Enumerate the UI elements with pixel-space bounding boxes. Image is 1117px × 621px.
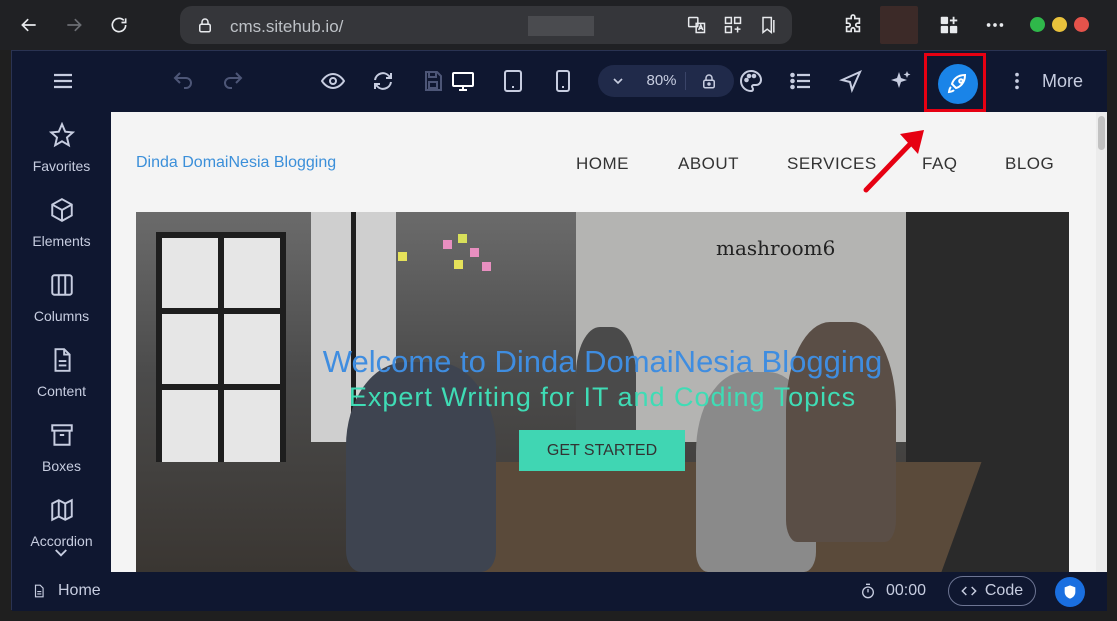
sidebar-item-elements[interactable]: Elements [12,187,111,262]
sidebar-item-boxes[interactable]: Boxes [12,412,111,487]
window-minimize-button[interactable] [1030,17,1045,32]
zoom-control[interactable]: 80% [598,65,734,97]
chevron-down-icon[interactable] [610,72,626,90]
hero-subtitle: Expert Writing for IT and Coding Topics [348,382,857,412]
site-nav-about[interactable]: ABOUT [678,154,739,174]
window-close-button[interactable] [1074,17,1089,32]
shield-icon [1064,585,1076,599]
hero-photo-sticky-note [482,262,491,271]
save-icon[interactable] [419,67,447,95]
site-brand[interactable]: Dinda DomaiNesia Blogging [136,154,336,172]
chevron-down-icon[interactable] [50,544,72,562]
timer-value: 00:00 [886,582,927,599]
navigation-arrow-icon[interactable] [837,67,865,95]
page-canvas[interactable]: Dinda DomaiNesia Blogging HOME ABOUT SER… [111,112,1096,572]
star-icon [49,122,75,148]
current-page-selector[interactable]: Home [32,582,101,600]
highlight-box [924,53,986,112]
sidebar-item-label: Content [36,383,87,399]
security-shield-button[interactable] [1055,577,1085,607]
extensions-puzzle-icon[interactable] [842,14,864,36]
hero-photo-window-frame [156,308,286,314]
cube-icon [51,198,73,222]
publish-rocket-button[interactable] [938,64,978,104]
forward-arrow-icon[interactable] [60,11,88,39]
hero-photo-sticky-note [470,248,479,257]
code-button[interactable]: Code [948,576,1036,606]
more-vertical-icon [1015,72,1019,90]
rocket-icon [947,73,967,94]
map-icon [51,498,73,522]
canvas-scrollbar[interactable] [1096,112,1107,572]
hero-photo-sticky-note [398,252,407,261]
block-sidebar: Favorites Elements Columns Content Boxes… [12,112,111,572]
sidebar-item-content[interactable]: Content [12,337,111,412]
hamburger-menu-icon[interactable] [49,67,77,95]
lock-icon[interactable] [700,71,718,91]
zoom-value: 80% [638,72,686,90]
get-started-button[interactable]: GET STARTED [519,430,685,471]
hero-section[interactable]: mashroom6 Welcome to Dinda DomaiNesia Bl… [136,212,1069,572]
reading-list-icon[interactable] [758,15,778,35]
timer: 00:00 [860,582,926,600]
apps-grid-icon[interactable] [723,15,743,35]
mobile-view-icon[interactable] [549,67,577,95]
current-page-label: Home [58,582,101,599]
desktop-view-icon[interactable] [449,67,477,95]
site-nav-blog[interactable]: BLOG [1005,154,1054,174]
columns-icon [51,274,73,296]
back-arrow-icon[interactable] [15,11,43,39]
sidebar-item-label: Elements [32,233,91,249]
redo-icon[interactable] [219,67,247,95]
preview-eye-icon[interactable] [319,67,347,95]
sidebar-item-label: Columns [33,308,90,324]
ai-sparkle-icon[interactable] [887,67,915,95]
browser-toolbar: cms.sitehub.io/ [0,0,1117,50]
code-brackets-icon [961,586,977,596]
code-label: Code [984,582,1024,599]
window-maximize-button[interactable] [1052,17,1067,32]
hero-title: Welcome to Dinda DomaiNesia Blogging [322,344,883,379]
tablet-view-icon[interactable] [499,67,527,95]
document-icon [54,348,71,372]
sidebar-item-columns[interactable]: Columns [12,262,111,337]
palette-icon[interactable] [737,67,765,95]
status-bar: Home 00:00 Code [12,572,1107,611]
canvas-scrollbar-thumb[interactable] [1098,116,1105,150]
profile-avatar[interactable] [880,6,918,44]
lock-icon [199,18,211,33]
layers-list-icon[interactable] [787,67,815,95]
more-horizontal-icon[interactable] [984,14,1006,36]
more-label: More [1042,70,1084,91]
sidebar-item-label: Favorites [32,158,91,174]
apps-icon[interactable] [938,14,960,36]
site-nav-home[interactable]: HOME [576,154,629,174]
page-file-icon [34,584,44,598]
builder-app: 80% More Favorites Elements Columns Cont… [11,50,1107,611]
sidebar-item-favorites[interactable]: Favorites [12,112,111,187]
url-text: cms.sitehub.io/ [230,17,344,36]
hero-photo-sticky-note [458,234,467,243]
undo-icon[interactable] [169,67,197,95]
sync-icon[interactable] [369,67,397,95]
hero-photo-sticky-note [454,260,463,269]
hero-photo-sticky-note [443,240,452,249]
stopwatch-icon [862,583,874,599]
address-bar[interactable]: cms.sitehub.io/ [180,6,792,44]
archive-box-icon [51,424,73,446]
translate-icon[interactable] [687,15,707,35]
sidebar-item-label: Boxes [42,458,81,474]
more-menu-button[interactable]: More [1006,67,1083,95]
reload-icon[interactable] [105,11,133,39]
hero-photo-wall-sign: mashroom6 [716,236,836,260]
builder-toolbar: 80% More [12,51,1107,112]
annotation-arrow [863,130,924,193]
url-redacted-segment [528,16,594,36]
